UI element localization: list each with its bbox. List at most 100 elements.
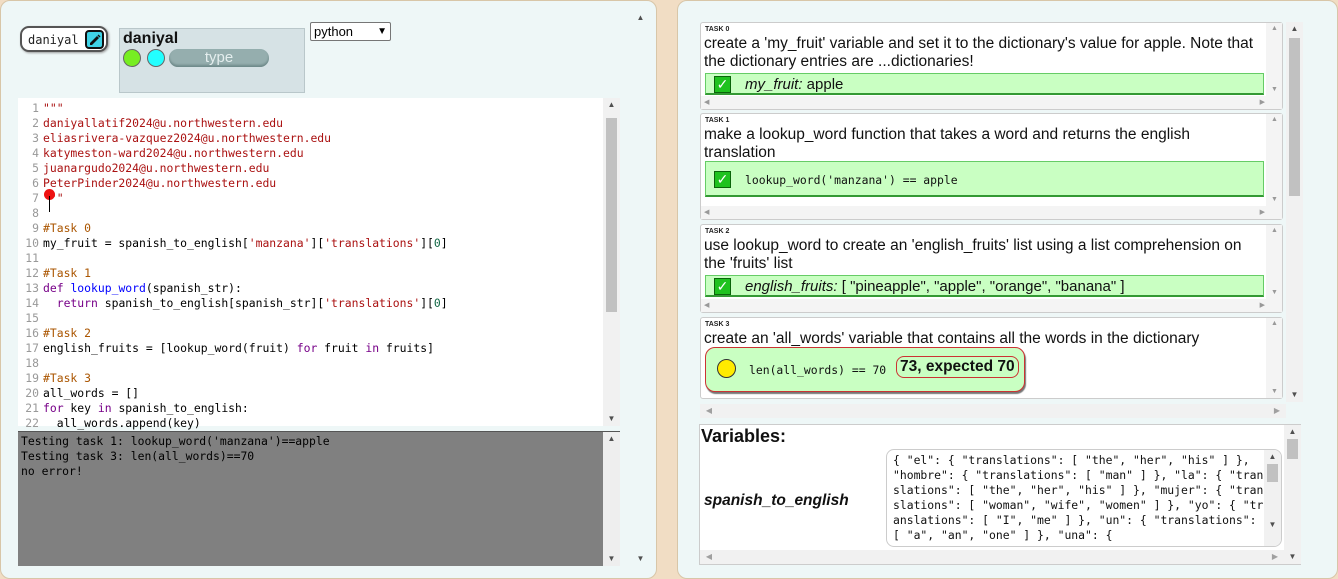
checkmark-icon: ✓ [714, 76, 731, 93]
code-token: key [63, 401, 98, 415]
output-console: Testing task 1: lookup_word('manzana')==… [18, 431, 620, 566]
code-line: 11 [18, 251, 604, 266]
code-token: ] [440, 296, 448, 310]
code-line: 15 [18, 311, 604, 326]
variable-scroll-thumb[interactable] [1267, 464, 1278, 482]
scroll-left-icon[interactable]: ◀ [702, 404, 716, 418]
scroll-up-icon[interactable]: ▲ [1284, 425, 1301, 439]
task-scrollbar[interactable]: ▲ ▼ [1266, 23, 1282, 109]
code-token: all_words = [] [43, 386, 140, 400]
code-token: in [365, 341, 380, 355]
line-number: 7 [32, 191, 39, 205]
variable-value-box[interactable]: { "el": { "translations": [ "the", "her"… [886, 449, 1282, 547]
code-token: def [43, 281, 71, 295]
code-token: ][ [310, 236, 325, 250]
task-tag: TASK 1 [705, 117, 730, 124]
result-code: lookup_word('manzana') == apple [745, 173, 958, 187]
scroll-right-icon[interactable]: ▶ [1268, 550, 1282, 564]
code-token: eliasrivera-vazquez2024@u.northwestern.e… [43, 131, 332, 145]
display-name: daniyal [123, 30, 179, 47]
task-hscrollbar[interactable]: ◀ ▶ [701, 96, 1268, 109]
language-select-value: python [314, 24, 354, 39]
code-token: 0 [433, 236, 441, 250]
task-result-pass: ✓ my_fruit: apple [705, 73, 1264, 95]
code-token: daniyallatif2024@u.northwestern.edu [43, 116, 284, 130]
task-hscrollbar[interactable]: ◀ ▶ [701, 299, 1268, 312]
text-cursor [49, 196, 50, 212]
scroll-up-icon[interactable]: ▲ [603, 98, 620, 112]
result-variable: my_fruit: [745, 76, 803, 93]
task-list-hscrollbar[interactable]: ◀ ▶ [700, 404, 1286, 418]
editor-scrollbar[interactable]: ▲ ▼ [603, 98, 620, 426]
scroll-down-icon[interactable]: ▼ [1284, 550, 1301, 564]
code-line: 9 #Task 0 [18, 221, 604, 236]
pending-circle-icon [717, 359, 736, 378]
code-line: 16 #Task 2 [18, 326, 604, 341]
edit-button[interactable] [85, 30, 104, 49]
scroll-down-icon[interactable]: ▼ [1286, 388, 1303, 402]
line-number: 5 [32, 161, 39, 175]
checkmark-icon: ✓ [714, 278, 731, 295]
scroll-up-icon[interactable]: ▲ [632, 11, 649, 25]
status-dot-cyan[interactable] [147, 49, 165, 67]
line-number: 22 [25, 416, 39, 430]
task-result-fail: len(all_words) == 70 73, expected 70 [705, 347, 1025, 392]
task-list: TASK 0 create a 'my_fruit' variable and … [700, 22, 1303, 419]
scroll-down-icon[interactable]: ▼ [603, 412, 620, 426]
scroll-down-icon[interactable]: ▼ [632, 552, 649, 566]
variable-value: { "el": { "translations": [ "the", "her"… [893, 453, 1264, 542]
task-scrollbar[interactable]: ▲ ▼ [1266, 318, 1282, 398]
code-token: return [43, 296, 105, 310]
code-token: katymeston-ward2024@u.northwestern.edu [43, 146, 304, 160]
result-variable: english_fruits: [745, 278, 838, 295]
code-token: 'translations' [324, 296, 421, 310]
variables-scroll-thumb[interactable] [1287, 439, 1298, 459]
code-line: 17 english_fruits = [lookup_word(fruit) f… [18, 341, 604, 356]
left-pane-scrollbar[interactable]: ▲ ▼ [632, 11, 649, 566]
console-line: no error! [21, 464, 83, 478]
scroll-up-icon[interactable]: ▲ [1264, 450, 1281, 464]
code-token: fruits] [379, 341, 434, 355]
pencil-icon [90, 34, 101, 45]
task-list-scroll-thumb[interactable] [1289, 38, 1300, 196]
line-number: 3 [32, 131, 39, 145]
task-list-scrollbar[interactable]: ▲ ▼ [1286, 22, 1303, 402]
code-editor[interactable]: 1 """ 2 daniyallatif2024@u.northwestern.edu… [18, 98, 620, 430]
task-hscrollbar[interactable]: ◀ ▶ [701, 206, 1268, 219]
task-scrollbar[interactable]: ▲ ▼ [1266, 114, 1282, 219]
code-token: PeterPinder2024@u.northwestern.edu [43, 176, 277, 190]
line-number: 10 [25, 236, 39, 250]
code-line: 22 all_words.append(key) [18, 416, 604, 431]
scroll-down-icon[interactable]: ▼ [1264, 518, 1281, 532]
status-dot-green[interactable] [123, 49, 141, 67]
chevron-down-icon: ▼ [377, 26, 387, 37]
language-select[interactable]: python ▼ [310, 22, 391, 41]
code-line: 19 #Task 3 [18, 371, 604, 386]
line-number: 2 [32, 116, 39, 130]
console-scrollbar[interactable]: ▲ ▼ [603, 432, 620, 566]
code-token: for [296, 341, 318, 355]
scroll-down-icon[interactable]: ▼ [603, 552, 620, 566]
line-number: 12 [25, 266, 39, 280]
code-line: 5 juanargudo2024@u.northwestern.edu [18, 161, 604, 176]
variables-hscrollbar[interactable]: ◀ ▶ [700, 550, 1284, 564]
code-line: 21 for key in spanish_to_english: [18, 401, 604, 416]
task-tag: TASK 3 [705, 321, 730, 328]
line-number: 14 [25, 296, 39, 310]
code-line: 3 eliasrivera-vazquez2024@u.northwestern.… [18, 131, 604, 146]
scroll-up-icon[interactable]: ▲ [603, 432, 620, 446]
scroll-left-icon[interactable]: ◀ [702, 550, 716, 564]
editor-scroll-thumb[interactable] [606, 118, 617, 312]
variables-title: Variables: [701, 426, 787, 446]
variable-scrollbar[interactable]: ▲ ▼ [1264, 450, 1281, 546]
code-line: 12 #Task 1 [18, 266, 604, 281]
line-number: 17 [25, 341, 39, 355]
type-button[interactable]: type [169, 49, 269, 67]
scroll-up-icon[interactable]: ▲ [1286, 22, 1303, 36]
scroll-right-icon[interactable]: ▶ [1270, 404, 1284, 418]
variables-scrollbar[interactable]: ▲ ▼ [1284, 425, 1301, 564]
task-scrollbar[interactable]: ▲ ▼ [1266, 225, 1282, 312]
line-number: 15 [25, 311, 39, 325]
line-number: 9 [32, 221, 39, 235]
code-token: all_words.append(key) [43, 416, 201, 430]
